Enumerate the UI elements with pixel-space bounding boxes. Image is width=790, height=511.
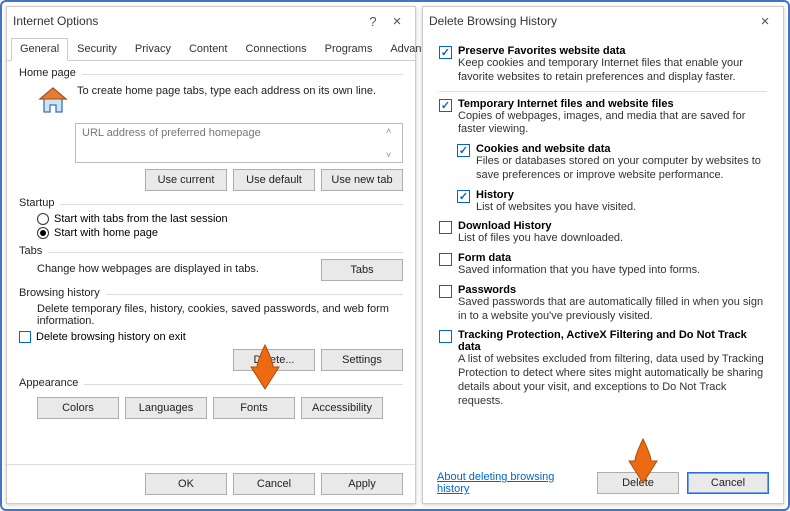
history-option-2[interactable]: Cookies and website dataFiles or databas… [457, 143, 767, 183]
tab-privacy[interactable]: Privacy [126, 38, 180, 61]
checkbox-icon [439, 330, 452, 343]
check-delete-on-exit[interactable]: Delete browsing history on exit [19, 331, 403, 343]
scroll-icons: ˄˅ [386, 126, 400, 160]
tab-content[interactable]: Content [180, 38, 237, 61]
delete-history-button[interactable]: Delete... [233, 349, 315, 371]
history-option-7[interactable]: Tracking Protection, ActiveX Filtering a… [439, 329, 767, 408]
option-title: Form data [458, 252, 767, 264]
tab-bar: General Security Privacy Content Connect… [7, 37, 415, 61]
tab-security[interactable]: Security [68, 38, 126, 61]
dialog-footer: About deleting browsing history Delete C… [423, 463, 783, 503]
cancel-button[interactable]: Cancel [687, 472, 769, 494]
radio-label: Start with home page [54, 227, 158, 239]
appearance-heading: Appearance [19, 377, 78, 389]
about-link[interactable]: About deleting browsing history [437, 471, 581, 495]
delete-button[interactable]: Delete [597, 472, 679, 494]
radio-start-home-page[interactable]: Start with home page [37, 227, 403, 239]
help-icon[interactable]: ? [361, 14, 385, 29]
tab-general[interactable]: General [11, 38, 68, 61]
startup-heading: Startup [19, 197, 54, 209]
option-desc: Saved information that you have typed in… [458, 264, 767, 278]
history-option-0[interactable]: Preserve Favorites website dataKeep cook… [439, 45, 767, 85]
option-title: Temporary Internet files and website fil… [458, 98, 767, 110]
history-option-5[interactable]: Form dataSaved information that you have… [439, 252, 767, 278]
checkbox-icon [439, 99, 452, 112]
languages-button[interactable]: Languages [125, 397, 207, 419]
home-page-heading: Home page [19, 67, 76, 79]
checkbox-icon [439, 253, 452, 266]
fonts-button[interactable]: Fonts [213, 397, 295, 419]
radio-icon [37, 213, 49, 225]
close-icon[interactable]: × [385, 13, 409, 30]
option-title: History [476, 189, 767, 201]
colors-button[interactable]: Colors [37, 397, 119, 419]
general-panel: Home page To create home page tabs, type… [7, 61, 415, 464]
tabs-heading: Tabs [19, 245, 42, 257]
checkbox-icon [457, 190, 470, 203]
option-title: Preserve Favorites website data [458, 45, 767, 57]
check-label: Delete browsing history on exit [36, 331, 186, 343]
checkbox-icon [457, 144, 470, 157]
option-title: Download History [458, 220, 767, 232]
history-option-1[interactable]: Temporary Internet files and website fil… [439, 98, 767, 138]
history-option-3[interactable]: HistoryList of websites you have visited… [457, 189, 767, 215]
option-desc: List of websites you have visited. [476, 201, 767, 215]
option-desc: Copies of webpages, images, and media th… [458, 110, 767, 138]
tabs-button[interactable]: Tabs [321, 259, 403, 281]
apply-button[interactable]: Apply [321, 473, 403, 495]
radio-start-last-session[interactable]: Start with tabs from the last session [37, 213, 403, 225]
checkbox-icon [439, 46, 452, 59]
checkbox-icon [439, 221, 452, 234]
option-title: Tracking Protection, ActiveX Filtering a… [458, 329, 767, 353]
home-instruction: To create home page tabs, type each addr… [77, 85, 376, 97]
checkbox-icon [439, 285, 452, 298]
option-title: Passwords [458, 284, 767, 296]
homepage-url-input[interactable]: URL address of preferred homepage ˄˅ [75, 123, 403, 163]
radio-icon [37, 227, 49, 239]
option-desc: List of files you have downloaded. [458, 232, 767, 246]
use-current-button[interactable]: Use current [145, 169, 227, 191]
option-desc: Saved passwords that are automatically f… [458, 296, 767, 324]
use-new-tab-button[interactable]: Use new tab [321, 169, 403, 191]
close-icon[interactable]: × [753, 13, 777, 30]
delete-history-panel: Preserve Favorites website dataKeep cook… [423, 35, 783, 463]
history-option-6[interactable]: PasswordsSaved passwords that are automa… [439, 284, 767, 324]
history-settings-button[interactable]: Settings [321, 349, 403, 371]
accessibility-button[interactable]: Accessibility [301, 397, 383, 419]
cancel-button[interactable]: Cancel [233, 473, 315, 495]
home-icon [37, 85, 69, 117]
option-desc: A list of websites excluded from filteri… [458, 353, 767, 408]
tabs-desc: Change how webpages are displayed in tab… [37, 263, 321, 275]
internet-options-window: Internet Options ? × General Security Pr… [6, 6, 416, 504]
history-option-4[interactable]: Download HistoryList of files you have d… [439, 220, 767, 246]
window-title: Internet Options [13, 14, 98, 28]
delete-history-window: Delete Browsing History × Preserve Favor… [422, 6, 784, 504]
radio-label: Start with tabs from the last session [54, 213, 228, 225]
option-desc: Files or databases stored on your comput… [476, 155, 767, 183]
checkbox-icon [19, 331, 31, 343]
use-default-button[interactable]: Use default [233, 169, 315, 191]
window-title: Delete Browsing History [429, 14, 557, 28]
option-desc: Keep cookies and temporary Internet file… [458, 57, 767, 85]
titlebar: Delete Browsing History × [423, 7, 783, 35]
option-title: Cookies and website data [476, 143, 767, 155]
homepage-placeholder: URL address of preferred homepage [82, 127, 261, 139]
history-heading: Browsing history [19, 287, 100, 299]
tab-connections[interactable]: Connections [236, 38, 315, 61]
history-desc: Delete temporary files, history, cookies… [37, 303, 403, 327]
dialog-footer: OK Cancel Apply [7, 464, 415, 503]
tab-programs[interactable]: Programs [316, 38, 382, 61]
titlebar: Internet Options ? × [7, 7, 415, 35]
ok-button[interactable]: OK [145, 473, 227, 495]
